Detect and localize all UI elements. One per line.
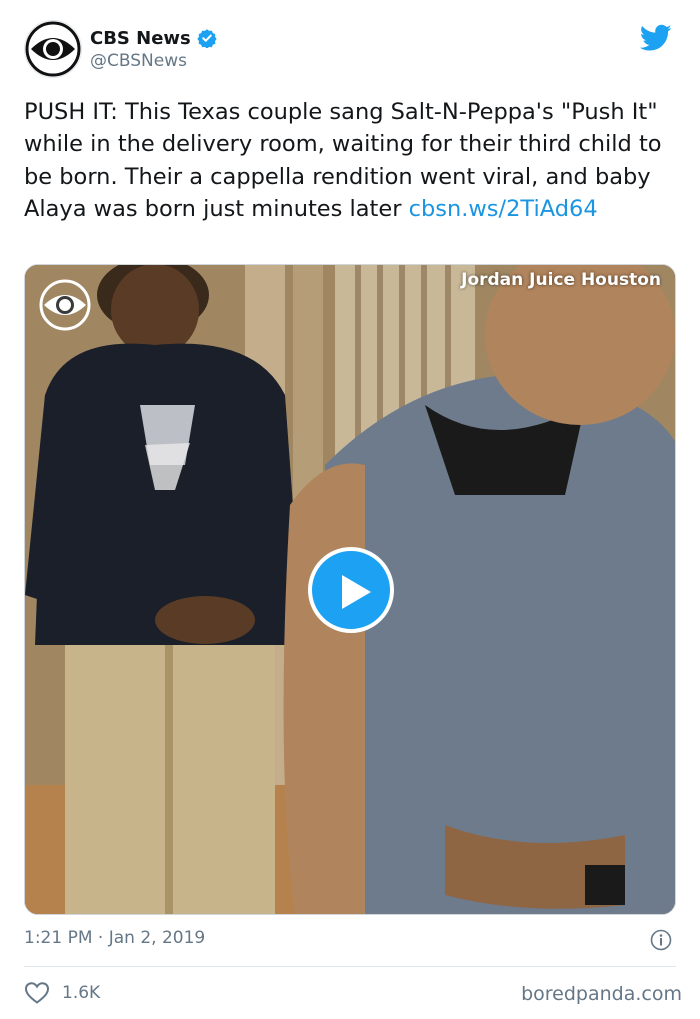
cbs-avatar[interactable] [24,20,82,78]
author-handle[interactable]: @CBSNews [90,51,187,71]
play-icon [342,575,371,609]
like-count: 1.6K [62,983,101,1003]
divider [24,966,676,967]
video-watermark: Jordan Juice Houston [461,270,661,290]
video-player[interactable]: Jordan Juice Houston [24,264,676,915]
tweet-header: CBS News @CBSNews [24,20,676,78]
cbs-eye-logo-icon [25,21,81,77]
cbs-eye-watermark-icon [39,279,91,331]
twitter-bird-icon[interactable] [640,24,672,52]
tweet-timestamp[interactable]: 1:21 PM · Jan 2, 2019 [24,928,205,948]
display-name[interactable]: CBS News [90,28,191,49]
play-button[interactable] [308,547,394,633]
tweet-link[interactable]: cbsn.ws/2TiAd64 [409,196,598,222]
like-button[interactable]: 1.6K [24,981,100,1005]
tweet-text: PUSH IT: This Texas couple sang Salt-N-P… [24,96,680,226]
name-row: CBS News [90,26,217,50]
source-credit: boredpanda.com [521,983,682,1005]
verified-badge-icon [197,29,217,48]
info-icon[interactable] [650,929,672,951]
heart-icon [24,982,50,1004]
